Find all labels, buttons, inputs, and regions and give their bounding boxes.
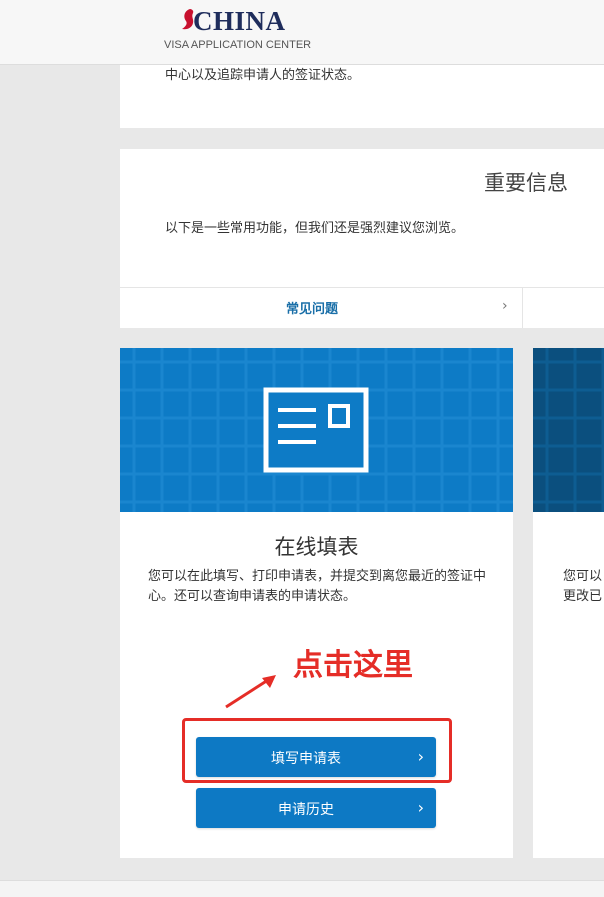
click-here-annotation: 点击这里 <box>293 648 413 683</box>
online-form-tile: 在线填表 您可以在此填写、打印申请表，并提交到离您最近的签证中心。还可以查询申请… <box>120 348 513 858</box>
online-form-description: 您可以在此填写、打印申请表，并提交到离您最近的签证中心。还可以查询申请表的申请状… <box>148 569 487 604</box>
next-tile-partial[interactable]: 您可以 更改已 <box>533 348 604 858</box>
intro-card: 中心以及追踪申请人的签证状态。 <box>120 64 604 128</box>
fill-application-label: 填写申请表 <box>271 751 341 767</box>
important-info-card: 重要信息 以下是一些常用功能，但我们还是强烈建议您浏览。 常见问题 › <box>120 149 604 328</box>
online-form-title: 在线填表 <box>274 535 359 559</box>
footer <box>0 880 604 897</box>
cvac-logo[interactable]: CHINA VISA APPLICATION CENTER <box>163 6 323 56</box>
next-tile-desc-line: 更改已 <box>563 589 603 604</box>
faq-label: 常见问题 <box>286 302 339 317</box>
next-tile-hero <box>533 348 604 512</box>
application-history-button[interactable]: 申请历史 › <box>196 788 436 828</box>
intro-text: 中心以及追踪申请人的签证状态。 <box>165 68 361 83</box>
chevron-right-icon: › <box>417 798 424 817</box>
chevron-right-icon: › <box>502 298 508 314</box>
form-card-icon <box>263 387 369 473</box>
next-tile-desc-line: 您可以 <box>563 569 603 584</box>
online-form-hero <box>120 348 513 512</box>
fill-application-button[interactable]: 填写申请表 › <box>196 737 436 777</box>
annotation-arrow-icon <box>225 675 276 709</box>
logo-wordmark: CHINA <box>193 6 286 36</box>
important-info-description: 以下是一些常用功能，但我们还是强烈建议您浏览。 <box>165 221 465 236</box>
next-tile-description: 您可以 更改已 <box>563 567 604 607</box>
header: CHINA VISA APPLICATION CENTER <box>0 0 604 65</box>
logo-subtitle: VISA APPLICATION CENTER <box>164 39 312 51</box>
application-history-label: 申请历史 <box>278 802 334 818</box>
hero-pattern <box>533 348 604 512</box>
chevron-right-icon: › <box>417 747 424 766</box>
quick-links-bar: 常见问题 › <box>120 287 604 328</box>
important-info-title: 重要信息 <box>484 171 568 195</box>
faq-link[interactable]: 常见问题 › <box>120 288 523 328</box>
